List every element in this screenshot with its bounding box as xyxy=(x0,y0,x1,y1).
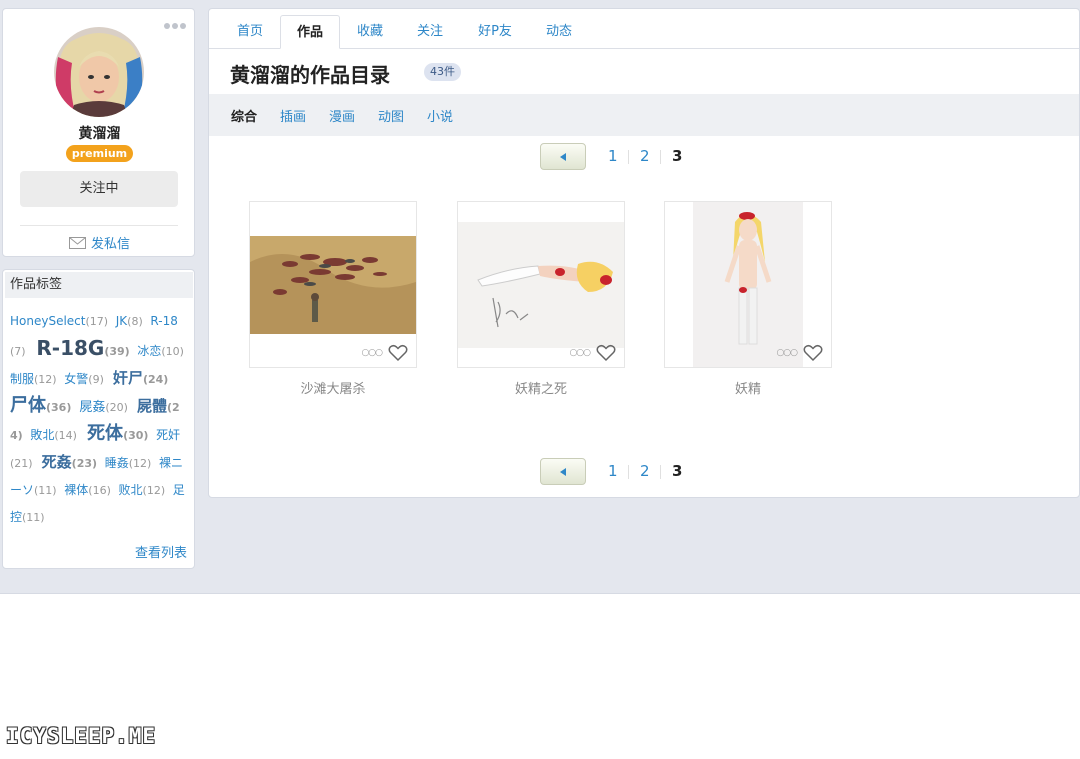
pagination-bottom: 1 2 3 xyxy=(540,458,700,486)
tag-item[interactable]: 冰恋(10) xyxy=(134,344,184,358)
tag-item[interactable]: 死姦(23) xyxy=(36,453,97,471)
tags-header: 作品标签 xyxy=(5,272,193,298)
username: 黄溜溜 xyxy=(78,126,121,142)
prev-page-button[interactable] xyxy=(540,143,586,170)
filter-manga[interactable]: 漫画 xyxy=(329,106,355,125)
watermark: ICYSLEEP.ME xyxy=(6,724,157,748)
page-separator xyxy=(628,150,629,164)
dots-icon[interactable]: ○○○ xyxy=(361,348,383,358)
tab-bar: 首页 作品 收藏 关注 好P友 动态 xyxy=(209,9,1079,49)
heart-icon[interactable] xyxy=(388,344,408,362)
dots-icon[interactable]: ○○○ xyxy=(776,348,798,358)
tab-friends[interactable]: 好P友 xyxy=(465,15,525,49)
works-count-badge: 43件 xyxy=(424,63,461,81)
premium-badge: premium xyxy=(66,145,133,162)
main-panel: 首页 作品 收藏 关注 好P友 动态 黄溜溜的作品目录 43件 综合 插画 漫画… xyxy=(208,8,1080,498)
work-thumbnail[interactable] xyxy=(458,202,624,367)
prev-page-button[interactable] xyxy=(540,458,586,485)
bottom-panel xyxy=(0,593,1080,759)
work-card[interactable]: ○○○ xyxy=(249,201,417,368)
current-page: 3 xyxy=(672,462,683,480)
send-message-link[interactable]: 发私信 xyxy=(3,233,196,252)
tab-favorites[interactable]: 收藏 xyxy=(345,15,395,49)
tag-item[interactable]: R-18G(39) xyxy=(29,336,129,360)
page-title: 黄溜溜的作品目录 xyxy=(230,63,390,87)
work-title[interactable]: 妖精 xyxy=(664,378,832,397)
page-link[interactable]: 2 xyxy=(640,462,650,480)
heart-icon[interactable] xyxy=(803,344,823,362)
arrow-left-icon xyxy=(560,467,566,476)
tags-card: 作品标签 HoneySelect(17) JK(8) R-18(7) R-18G… xyxy=(2,269,195,569)
arrow-left-icon xyxy=(560,152,566,161)
filter-novel[interactable]: 小说 xyxy=(427,106,453,125)
tab-activity[interactable]: 动态 xyxy=(534,15,584,49)
work-card[interactable]: ○○○ xyxy=(664,201,832,368)
tag-item[interactable]: 敗北(14) xyxy=(27,428,77,442)
page-link[interactable]: 1 xyxy=(608,462,618,480)
page-link[interactable]: 2 xyxy=(640,147,650,165)
current-page: 3 xyxy=(672,147,683,165)
tag-item[interactable]: 制服(12) xyxy=(10,372,57,386)
work-thumbnail[interactable] xyxy=(250,202,416,367)
page-link[interactable]: 1 xyxy=(608,147,618,165)
page-separator xyxy=(660,465,661,479)
divider xyxy=(20,225,178,226)
work-card[interactable]: ○○○ xyxy=(457,201,625,368)
more-options-icon[interactable] xyxy=(164,23,186,31)
tag-item[interactable]: 睡姦(12) xyxy=(101,456,152,470)
follow-button[interactable]: 关注中 xyxy=(20,171,178,207)
tag-item[interactable]: 尸体(36) xyxy=(10,395,71,416)
page-separator xyxy=(660,150,661,164)
dots-icon[interactable]: ○○○ xyxy=(569,348,591,358)
tag-item[interactable]: 女警(9) xyxy=(60,372,104,386)
work-title[interactable]: 沙滩大屠杀 xyxy=(249,378,417,397)
tab-home[interactable]: 首页 xyxy=(225,15,275,49)
tag-cloud: HoneySelect(17) JK(8) R-18(7) R-18G(39) … xyxy=(10,308,190,531)
mail-icon xyxy=(68,236,86,249)
tag-item[interactable]: 奸尸(24) xyxy=(108,369,168,387)
tag-item[interactable]: 死体(30) xyxy=(81,423,148,444)
work-title[interactable]: 妖精之死 xyxy=(457,378,625,397)
tag-item[interactable]: 败北(12) xyxy=(115,483,166,497)
heart-icon[interactable] xyxy=(596,344,616,362)
send-message-label: 发私信 xyxy=(90,237,130,252)
filter-ugoira[interactable]: 动图 xyxy=(378,106,404,125)
work-meta: ○○○ xyxy=(569,344,616,362)
filter-illustration[interactable]: 插画 xyxy=(280,106,306,125)
page-separator xyxy=(628,465,629,479)
work-meta: ○○○ xyxy=(776,344,823,362)
work-meta: ○○○ xyxy=(361,344,408,362)
profile-card: 黄溜溜 premium 关注中 发私信 xyxy=(2,8,195,257)
tag-item[interactable]: 屍姦(20) xyxy=(75,400,128,415)
tag-item[interactable]: 裸体(16) xyxy=(60,483,111,497)
tab-works[interactable]: 作品 xyxy=(280,15,340,49)
view-list-link[interactable]: 查看列表 xyxy=(135,542,187,561)
pagination-top: 1 2 3 xyxy=(540,143,700,171)
tag-item[interactable]: JK(8) xyxy=(112,314,143,328)
tab-following[interactable]: 关注 xyxy=(405,15,455,49)
work-thumbnail[interactable] xyxy=(665,202,831,367)
tag-item[interactable]: HoneySelect(17) xyxy=(10,314,108,328)
filter-all[interactable]: 综合 xyxy=(231,106,257,125)
filter-bar: 综合 插画 漫画 动图 小说 xyxy=(209,94,1079,136)
avatar[interactable] xyxy=(54,27,144,117)
